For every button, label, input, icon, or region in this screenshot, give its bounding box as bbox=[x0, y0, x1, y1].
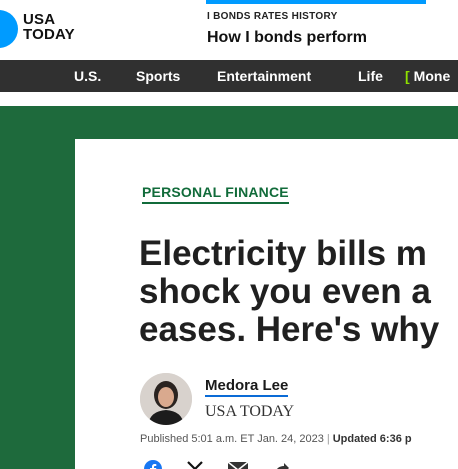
nav-item-money-label: Mone bbox=[413, 68, 451, 84]
author-avatar[interactable] bbox=[140, 373, 192, 425]
nav-item-life[interactable]: Life bbox=[358, 60, 383, 92]
promo-kicker: I BONDS RATES HISTORY bbox=[207, 11, 338, 22]
headline-line-2: shock you even a bbox=[139, 272, 431, 311]
site-logo[interactable]: USA TODAY bbox=[23, 12, 93, 42]
header-accent-bar bbox=[206, 0, 426, 4]
usa-today-logo-icon[interactable] bbox=[0, 10, 18, 48]
article-card: PERSONAL FINANCE Electricity bills m sho… bbox=[75, 139, 458, 469]
site-header: USA TODAY I BONDS RATES HISTORY How I bo… bbox=[0, 0, 458, 60]
nav-bracket-icon: [ bbox=[405, 68, 410, 84]
dateline: Published 5:01 a.m. ET Jan. 24, 2023 | Upd… bbox=[140, 433, 412, 445]
nav-item-us[interactable]: U.S. bbox=[74, 60, 101, 92]
email-icon[interactable] bbox=[227, 459, 249, 469]
logo-line-2: TODAY bbox=[23, 26, 75, 43]
section-label[interactable]: PERSONAL FINANCE bbox=[142, 184, 289, 204]
share-icon[interactable] bbox=[271, 459, 291, 469]
author-name-link[interactable]: Medora Lee bbox=[205, 377, 289, 397]
dateline-separator: | bbox=[326, 433, 330, 445]
published-time: Published 5:01 a.m. ET Jan. 24, 2023 bbox=[140, 433, 324, 445]
header-strip bbox=[0, 92, 458, 106]
nav-item-entertainment[interactable]: Entertainment bbox=[217, 60, 311, 92]
article-headline: Electricity bills m shock you even a eas… bbox=[139, 235, 458, 349]
promo-title[interactable]: How I bonds perform bbox=[207, 27, 367, 49]
updated-time: Updated 6:36 p bbox=[332, 433, 412, 445]
headline-line-3: eases. Here's why bbox=[139, 310, 440, 349]
headline-line-1: Electricity bills m bbox=[139, 234, 427, 273]
nav-item-sports[interactable]: Sports bbox=[136, 60, 180, 92]
main-nav: U.S. Sports Entertainment Life [Mone bbox=[0, 60, 458, 92]
logo-line-1: USA bbox=[23, 11, 56, 28]
nav-item-money[interactable]: [Mone bbox=[405, 60, 450, 92]
header-promo[interactable]: I BONDS RATES HISTORY How I bonds perfor… bbox=[207, 10, 367, 49]
x-twitter-icon[interactable] bbox=[185, 459, 205, 469]
author-organization: USA TODAY bbox=[205, 403, 295, 420]
facebook-icon[interactable] bbox=[143, 459, 163, 469]
